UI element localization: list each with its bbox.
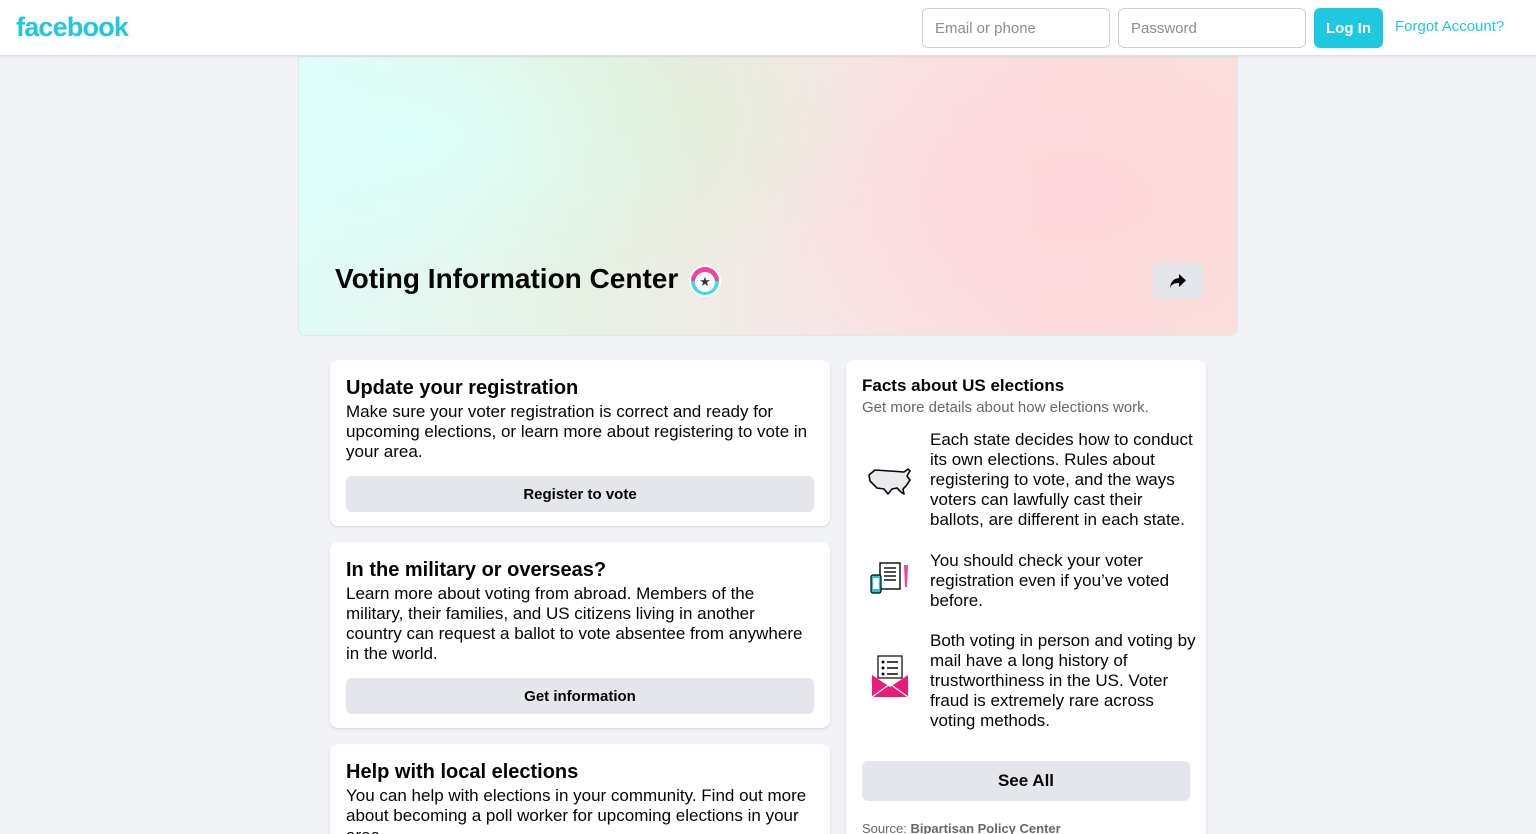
fact-text: Each state decides how to conduct its ow… [930, 430, 1193, 529]
login-button[interactable]: Log In [1314, 8, 1383, 48]
facts-title: Facts about US elections [862, 376, 1065, 395]
forgot-account-link[interactable]: Forgot Account? [1395, 18, 1504, 35]
card-title: In the military or overseas? [346, 559, 607, 581]
fact-item: You should check your voter registration… [862, 551, 1202, 611]
facebook-logo[interactable]: facebook [16, 12, 129, 43]
share-arrow-icon [1170, 274, 1186, 288]
facts-panel: Facts about US elections Get more detail… [846, 360, 1206, 834]
password-input[interactable] [1118, 8, 1306, 48]
phone-document-icon [870, 562, 908, 594]
us-map-icon [868, 468, 911, 495]
source-label: Source: [862, 821, 907, 834]
card-title: Help with local elections [346, 761, 579, 783]
registration-card: Update your registration Make sure your … [330, 360, 830, 526]
fact-item: Each state decides how to conduct its ow… [862, 430, 1202, 530]
fact-text: Both voting in person and voting by mail… [930, 631, 1196, 730]
source-link[interactable]: Bipartisan Policy Center [910, 821, 1060, 834]
email-input[interactable] [922, 8, 1110, 48]
mail-ballot-icon [871, 655, 909, 698]
voting-badge-icon: ★ [689, 265, 721, 297]
card-title: Update your registration [346, 377, 579, 399]
register-to-vote-button[interactable]: Register to vote [346, 476, 814, 512]
military-overseas-card: In the military or overseas? Learn more … [330, 542, 830, 728]
card-body: Learn more about voting from abroad. Mem… [346, 584, 803, 663]
get-information-button[interactable]: Get information [346, 678, 814, 714]
facts-subtitle: Get more details about how elections wor… [862, 399, 1149, 416]
see-all-button[interactable]: See All [862, 761, 1190, 801]
fact-text: You should check your voter registration… [930, 551, 1170, 610]
share-button[interactable] [1153, 263, 1203, 299]
local-elections-card: Help with local elections You can help w… [330, 744, 830, 834]
top-navigation-bar: facebook Log In Forgot Account? [0, 0, 1536, 56]
cover-banner: Voting Information Center ★ [298, 56, 1238, 336]
source-attribution: Source: Bipartisan Policy Center [862, 821, 1061, 834]
fact-item: Both voting in person and voting by mail… [862, 631, 1202, 731]
card-body: Make sure your voter registration is cor… [346, 402, 808, 461]
page-title: Voting Information Center [335, 263, 679, 294]
card-body: You can help with elections in your comm… [346, 786, 807, 834]
